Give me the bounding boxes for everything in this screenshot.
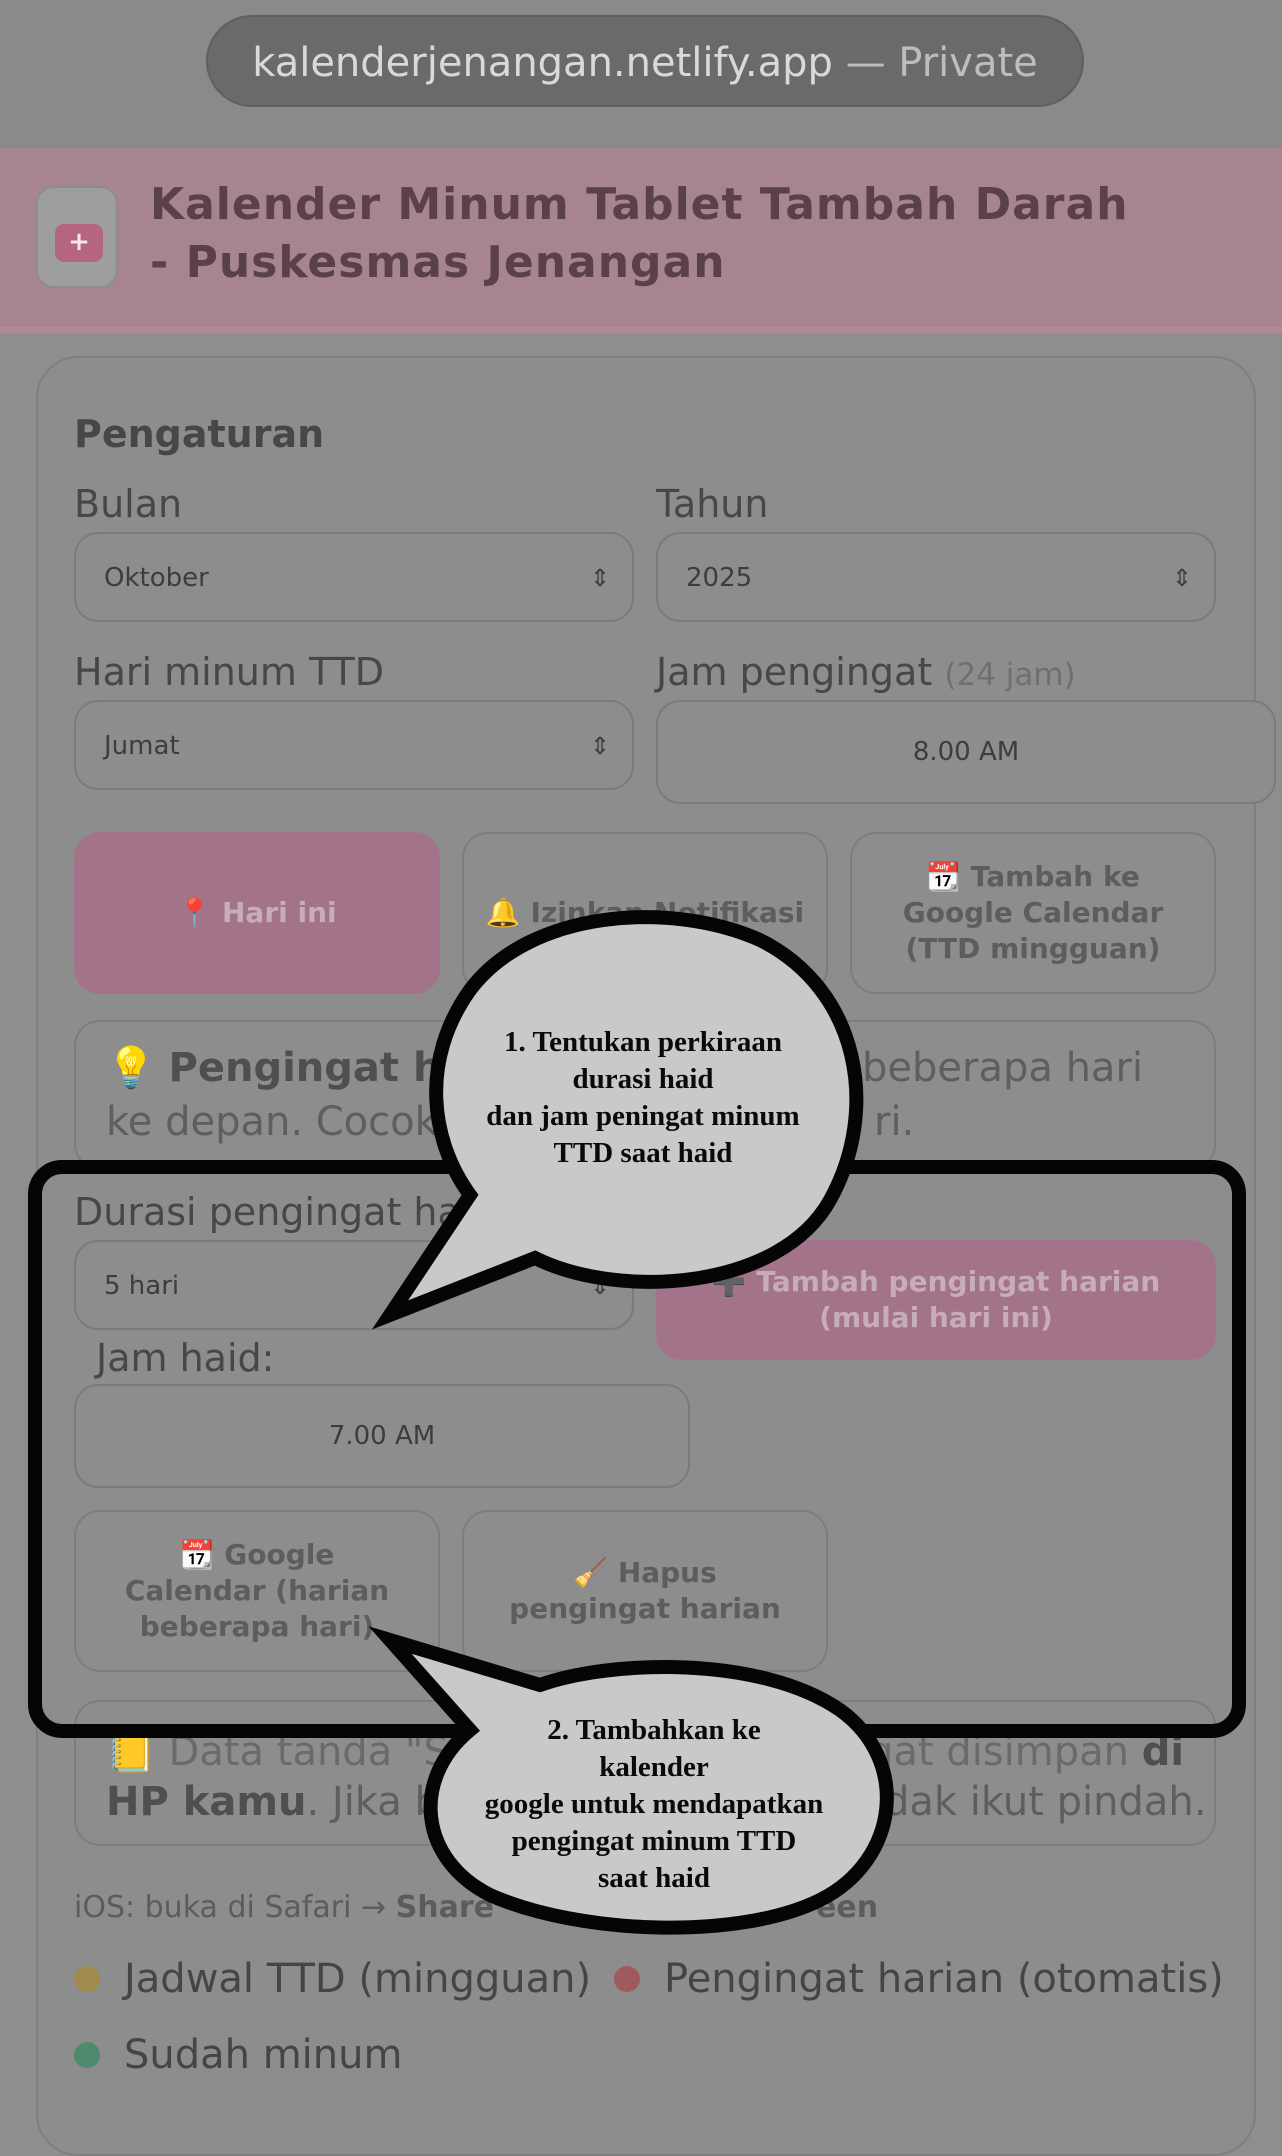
- callout-1-text: 1. Tentukan perkiraan durasi haid dan ja…: [486, 1026, 800, 1169]
- callout-2-text: 2. Tambahkan ke kalender google untuk me…: [484, 1714, 824, 1894]
